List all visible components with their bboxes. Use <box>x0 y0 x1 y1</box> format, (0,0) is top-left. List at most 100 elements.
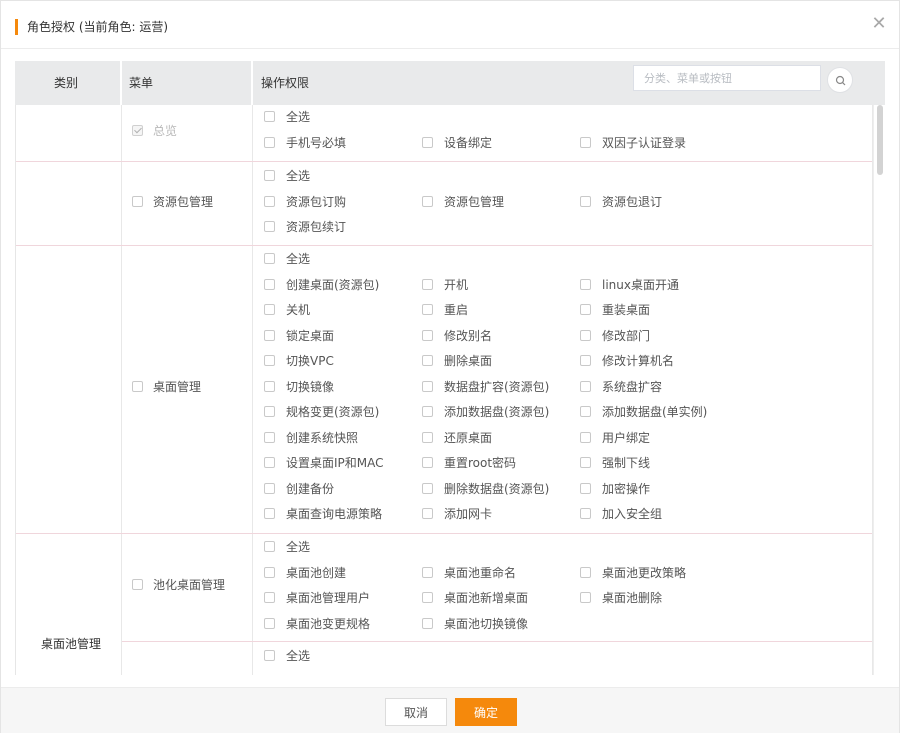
permission-checkbox[interactable]: 设备绑定 <box>422 135 492 151</box>
permission-checkbox[interactable]: 创建备份 <box>264 481 334 497</box>
permission-checkbox[interactable]: 系统盘扩容 <box>580 379 662 395</box>
permission-checkbox[interactable]: 资源包订购 <box>264 194 346 210</box>
checkbox[interactable] <box>580 380 591 392</box>
checkbox[interactable] <box>422 136 433 148</box>
permission-checkbox[interactable]: 切换镜像 <box>264 379 334 395</box>
checkbox[interactable] <box>580 304 591 315</box>
permission-checkbox[interactable]: 添加数据盘(单实例) <box>580 404 707 420</box>
checkbox[interactable] <box>422 195 433 207</box>
checkbox[interactable] <box>264 221 275 232</box>
checkbox[interactable] <box>422 482 433 494</box>
checkbox[interactable] <box>264 457 275 468</box>
checkbox[interactable] <box>422 508 433 519</box>
checkbox[interactable] <box>422 566 433 578</box>
permission-checkbox[interactable]: 桌面池新增桌面 <box>422 590 528 606</box>
select-all-checkbox[interactable]: 全选 <box>264 251 310 267</box>
permission-checkbox[interactable]: 桌面池重命名 <box>422 565 516 581</box>
permission-checkbox[interactable]: 创建系统快照 <box>264 430 358 446</box>
permission-checkbox[interactable]: 桌面池管理用户 <box>264 590 370 606</box>
checkbox[interactable] <box>422 355 433 366</box>
menu-checkbox[interactable] <box>132 579 143 590</box>
checkbox[interactable] <box>264 650 275 661</box>
checkbox[interactable] <box>264 592 275 603</box>
permission-checkbox[interactable]: 规格变更(资源包) <box>264 404 379 420</box>
checkbox[interactable] <box>264 111 275 122</box>
close-icon[interactable]: ✕ <box>869 14 889 34</box>
permission-checkbox[interactable]: 资源包管理 <box>422 194 504 210</box>
permission-checkbox[interactable]: 添加数据盘(资源包) <box>422 404 549 420</box>
permission-checkbox[interactable]: 开机 <box>422 277 468 293</box>
permission-checkbox[interactable]: 还原桌面 <box>422 430 492 446</box>
permission-checkbox[interactable]: 修改计算机名 <box>580 353 674 369</box>
checkbox[interactable] <box>264 431 275 443</box>
select-all-checkbox[interactable]: 全选 <box>264 539 310 555</box>
checkbox[interactable] <box>264 482 275 494</box>
checkbox[interactable] <box>580 431 591 443</box>
permission-checkbox[interactable]: 关机 <box>264 302 310 318</box>
permission-checkbox[interactable]: 桌面池创建 <box>264 565 346 581</box>
checkbox[interactable] <box>264 253 275 264</box>
permission-checkbox[interactable]: 重装桌面 <box>580 302 650 318</box>
permission-checkbox[interactable]: 加密操作 <box>580 481 650 497</box>
permission-checkbox[interactable]: 桌面池更改策略 <box>580 565 686 581</box>
permission-checkbox[interactable]: 资源包续订 <box>264 219 346 235</box>
checkbox[interactable] <box>264 355 275 366</box>
menu-checkbox[interactable] <box>132 381 143 392</box>
scrollbar-thumb[interactable] <box>877 105 883 175</box>
checkbox[interactable] <box>422 304 433 315</box>
checkbox[interactable] <box>264 566 275 578</box>
permission-checkbox[interactable]: 切换VPC <box>264 353 334 369</box>
permission-checkbox[interactable]: 桌面查询电源策略 <box>264 506 382 522</box>
checkbox[interactable] <box>580 508 591 519</box>
checkbox[interactable] <box>264 329 275 341</box>
checkbox[interactable] <box>422 431 433 443</box>
permission-checkbox[interactable]: 添加网卡 <box>422 506 492 522</box>
checkbox[interactable] <box>422 592 433 603</box>
permission-checkbox[interactable]: 锁定桌面 <box>264 328 334 344</box>
checkbox[interactable] <box>264 380 275 392</box>
checkbox[interactable] <box>422 457 433 468</box>
permission-checkbox[interactable]: linux桌面开通 <box>580 277 679 293</box>
menu-item-desktop-management[interactable]: 桌面管理 <box>132 379 201 395</box>
permission-checkbox[interactable]: 手机号必填 <box>264 135 346 151</box>
permission-checkbox[interactable]: 修改别名 <box>422 328 492 344</box>
permission-checkbox[interactable]: 桌面池删除 <box>580 590 662 606</box>
permission-checkbox[interactable]: 资源包退订 <box>580 194 662 210</box>
scrollbar-track[interactable] <box>873 105 885 675</box>
permission-checkbox[interactable]: 删除桌面 <box>422 353 492 369</box>
checkbox[interactable] <box>580 566 591 578</box>
checkbox[interactable] <box>422 617 433 629</box>
checkbox[interactable] <box>580 406 591 417</box>
checkbox[interactable] <box>580 136 591 148</box>
confirm-button[interactable]: 确定 <box>455 698 517 726</box>
permission-checkbox[interactable]: 重启 <box>422 302 468 318</box>
menu-item-overview[interactable]: 总览 <box>132 123 177 139</box>
permission-checkbox[interactable]: 设置桌面IP和MAC <box>264 455 384 471</box>
checkbox[interactable] <box>580 592 591 603</box>
checkbox[interactable] <box>264 406 275 417</box>
checkbox[interactable] <box>264 136 275 148</box>
menu-item-resource-package[interactable]: 资源包管理 <box>132 194 213 210</box>
checkbox[interactable] <box>580 457 591 468</box>
permission-checkbox[interactable]: 创建桌面(资源包) <box>264 277 379 293</box>
select-all-checkbox[interactable]: 全选 <box>264 109 310 125</box>
cancel-button[interactable]: 取消 <box>385 698 447 726</box>
search-button[interactable] <box>827 67 853 93</box>
permission-checkbox[interactable]: 强制下线 <box>580 455 650 471</box>
permission-checkbox[interactable]: 删除数据盘(资源包) <box>422 481 549 497</box>
permission-checkbox[interactable]: 数据盘扩容(资源包) <box>422 379 549 395</box>
select-all-checkbox[interactable]: 全选 <box>264 168 310 184</box>
checkbox[interactable] <box>580 482 591 494</box>
checkbox[interactable] <box>580 278 591 290</box>
checkbox[interactable] <box>422 406 433 417</box>
checkbox[interactable] <box>422 278 433 290</box>
checkbox[interactable] <box>264 195 275 207</box>
permission-checkbox[interactable]: 重置root密码 <box>422 455 516 471</box>
checkbox[interactable] <box>264 508 275 519</box>
checkbox[interactable] <box>422 329 433 341</box>
checkbox[interactable] <box>264 617 275 629</box>
checkbox[interactable] <box>264 541 275 552</box>
permission-checkbox[interactable]: 桌面池变更规格 <box>264 616 370 632</box>
permission-checkbox[interactable]: 桌面池切换镜像 <box>422 616 528 632</box>
permission-checkbox[interactable]: 修改部门 <box>580 328 650 344</box>
